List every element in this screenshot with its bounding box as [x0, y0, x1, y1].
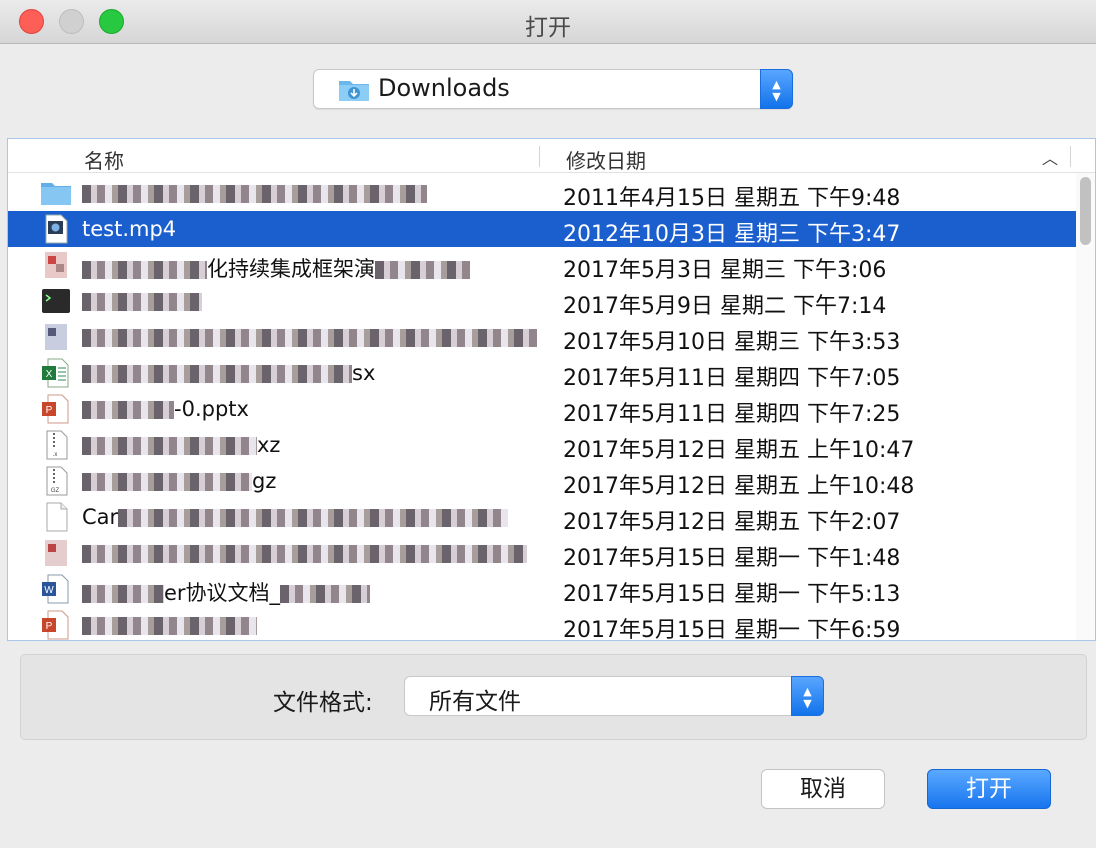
- file-name: 化持续集成框架演: [82, 253, 537, 283]
- file-date: 2017年5月9日 星期二 下午7:14: [563, 294, 887, 319]
- file-row[interactable]: GZ gz 2017年5月12日 星期五 上午10:48: [8, 463, 1076, 499]
- file-row[interactable]: P 2017年5月15日 星期一 下午6:59: [8, 607, 1076, 641]
- svg-text:P: P: [46, 621, 53, 632]
- open-button[interactable]: 打开: [927, 769, 1051, 809]
- file-name: Car: [82, 505, 537, 529]
- powerpoint-file-icon: P: [42, 394, 69, 424]
- file-format-value: 所有文件: [429, 689, 521, 715]
- open-file-dialog: 打开 Downloads ▲ ▼ 名称 修改日期 ︿ 2011年4月15日 星期…: [0, 0, 1096, 848]
- svg-text:GZ: GZ: [51, 488, 60, 494]
- file-format-panel: 文件格式: 所有文件 ▲ ▼: [20, 654, 1087, 740]
- location-label: Downloads: [378, 74, 510, 102]
- file-row-selected[interactable]: test.mp4 2012年10月3日 星期三 下午3:47: [8, 211, 1076, 247]
- file-date: 2017年5月12日 星期五 上午10:47: [563, 438, 915, 463]
- file-date: 2017年5月15日 星期一 下午5:13: [563, 582, 901, 607]
- file-date: 2017年5月11日 星期四 下午7:05: [563, 366, 901, 391]
- file-name: [82, 613, 537, 637]
- chevron-down-icon: ▼: [803, 697, 812, 710]
- location-popup[interactable]: Downloads ▲ ▼: [313, 69, 793, 109]
- file-date: 2017年5月3日 星期三 下午3:06: [563, 258, 887, 283]
- file-date: 2017年5月11日 星期四 下午7:25: [563, 402, 901, 427]
- file-format-label: 文件格式:: [273, 690, 373, 716]
- gz-archive-icon: GZ: [46, 466, 68, 496]
- window-title: 打开: [525, 15, 571, 41]
- cancel-button[interactable]: 取消: [761, 769, 885, 809]
- chevron-down-icon: ▼: [772, 90, 781, 103]
- file-name: [82, 181, 537, 205]
- sort-ascending-icon[interactable]: ︿: [1042, 145, 1058, 169]
- file-row[interactable]: W er协议文档_ 2017年5月15日 星期一 下午5:13: [8, 571, 1076, 607]
- word-file-icon: W: [42, 574, 69, 604]
- file-row[interactable]: X sx 2017年5月11日 星期四 下午7:05: [8, 355, 1076, 391]
- chevron-up-icon: ▲: [772, 78, 781, 91]
- file-name: sx: [82, 361, 537, 385]
- list-header: 名称 修改日期 ︿: [8, 139, 1095, 173]
- file-row[interactable]: 化持续集成框架演 2017年5月3日 星期三 下午3:06: [8, 247, 1076, 283]
- file-name: [82, 289, 537, 313]
- column-header-name[interactable]: 名称: [84, 145, 124, 174]
- excel-file-icon: X: [42, 358, 69, 388]
- file-name: er协议文档_: [82, 577, 537, 607]
- downloads-folder-icon: [339, 81, 369, 101]
- file-rows: 2011年4月15日 星期五 下午9:48 test.mp4 2012年10月3…: [8, 175, 1076, 641]
- file-date: 2017年5月12日 星期五 上午10:48: [563, 474, 915, 499]
- video-file-icon: [45, 214, 68, 244]
- file-row[interactable]: P -0.pptx 2017年5月11日 星期四 下午7:25: [8, 391, 1076, 427]
- file-name: xz: [82, 433, 537, 457]
- column-header-date[interactable]: 修改日期: [566, 145, 646, 174]
- file-name: [82, 325, 537, 349]
- file-row[interactable]: .x xz 2017年5月12日 星期五 上午10:47: [8, 427, 1076, 463]
- file-name: [82, 541, 537, 565]
- xz-archive-icon: .x: [46, 430, 68, 460]
- terminal-file-icon: [42, 289, 70, 313]
- folder-icon: [41, 183, 71, 205]
- file-name: test.mp4: [82, 217, 177, 241]
- svg-text:W: W: [44, 585, 54, 596]
- file-row[interactable]: Car 2017年5月12日 星期五 下午2:07: [8, 499, 1076, 535]
- svg-text:P: P: [46, 405, 53, 416]
- image-file-icon: [45, 324, 67, 350]
- file-date: 2012年10月3日 星期三 下午3:47: [563, 222, 901, 247]
- file-date: 2017年5月10日 星期三 下午3:53: [563, 330, 901, 355]
- file-row[interactable]: 2017年5月10日 星期三 下午3:53: [8, 319, 1076, 355]
- file-date: 2011年4月15日 星期五 下午9:48: [563, 186, 901, 211]
- file-format-select[interactable]: 所有文件 ▲ ▼: [404, 676, 824, 716]
- svg-text:X: X: [46, 369, 53, 380]
- file-row[interactable]: 2017年5月15日 星期一 下午1:48: [8, 535, 1076, 571]
- file-row[interactable]: 2017年5月9日 星期二 下午7:14: [8, 283, 1076, 319]
- location-stepper[interactable]: ▲ ▼: [760, 69, 793, 109]
- svg-text:.x: .x: [53, 452, 58, 458]
- file-name: -0.pptx: [82, 397, 537, 421]
- column-divider[interactable]: [539, 146, 540, 167]
- file-name: gz: [82, 469, 537, 493]
- file-list[interactable]: 名称 修改日期 ︿ 2011年4月15日 星期五 下午9:48 test.mp4…: [7, 138, 1096, 641]
- file-date: 2017年5月15日 星期一 下午6:59: [563, 618, 901, 641]
- scrollbar-thumb[interactable]: [1080, 177, 1091, 245]
- chevron-up-icon: ▲: [803, 685, 812, 698]
- file-date: 2017年5月12日 星期五 下午2:07: [563, 510, 901, 535]
- image-file-icon: [45, 540, 67, 566]
- file-format-stepper[interactable]: ▲ ▼: [791, 676, 824, 716]
- title-bar[interactable]: 打开: [0, 0, 1096, 44]
- file-row[interactable]: 2011年4月15日 星期五 下午9:48: [8, 175, 1076, 211]
- file-date: 2017年5月15日 星期一 下午1:48: [563, 546, 901, 571]
- column-divider: [1070, 146, 1071, 167]
- image-file-icon: [45, 252, 67, 278]
- document-file-icon: [46, 502, 68, 532]
- powerpoint-file-icon: P: [42, 610, 69, 640]
